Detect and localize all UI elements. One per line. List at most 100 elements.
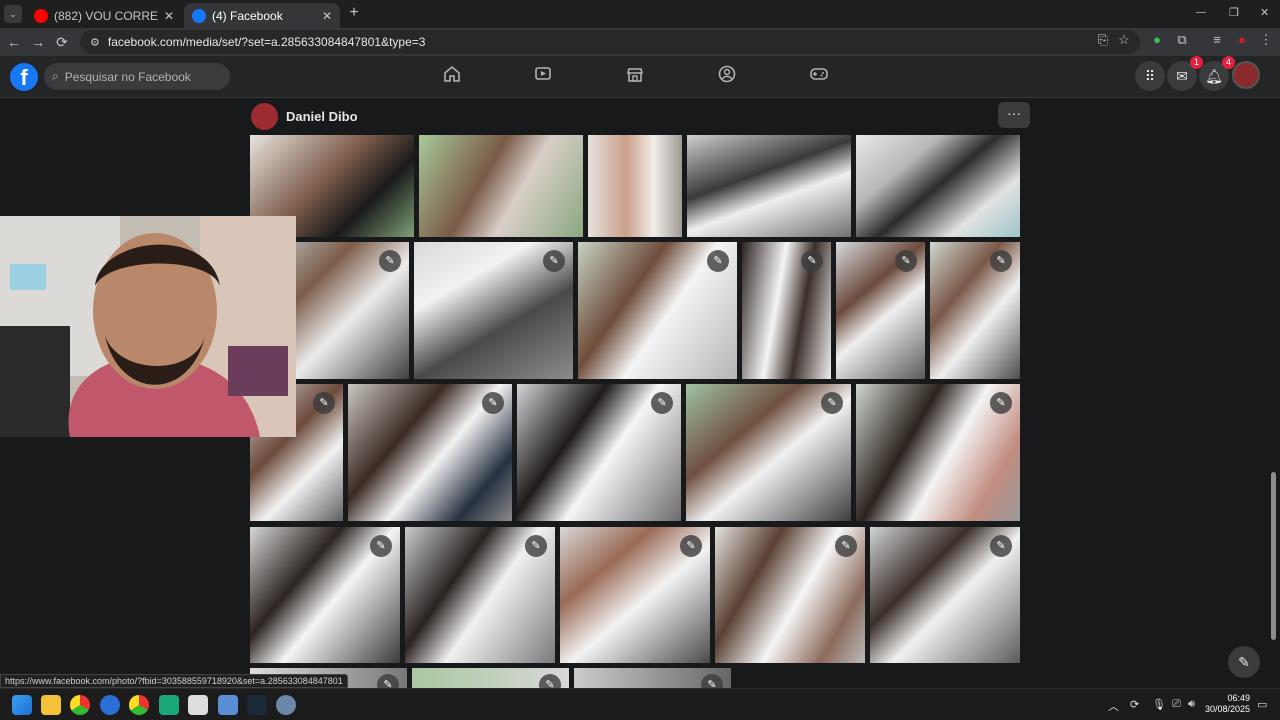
close-tab-icon[interactable]: ✕ xyxy=(164,9,174,23)
album-photo[interactable]: ✎ xyxy=(742,242,831,379)
home-icon[interactable] xyxy=(441,65,463,87)
edit-pencil-icon[interactable]: ✎ xyxy=(821,392,843,414)
album-photo[interactable]: ✎ xyxy=(412,668,569,688)
album-photo[interactable] xyxy=(588,135,682,237)
app-icon[interactable] xyxy=(100,695,120,715)
compose-message-button[interactable]: ✎ xyxy=(1228,646,1260,678)
groups-icon[interactable] xyxy=(716,65,738,87)
marketplace-icon[interactable] xyxy=(624,65,646,87)
edit-pencil-icon[interactable]: ✎ xyxy=(990,392,1012,414)
album-photo[interactable]: ✎ xyxy=(405,527,555,663)
album-photo[interactable]: ✎ xyxy=(250,527,400,663)
close-tab-icon[interactable]: ✕ xyxy=(322,9,332,23)
facebook-top-nav: f ⌕ Pesquisar no Facebook ⠿ ✉ 1 🔔︎ 4 xyxy=(0,56,1280,98)
url-field[interactable]: ⚙ facebook.com/media/set/?set=a.28563308… xyxy=(80,30,1140,54)
edit-pencil-icon[interactable]: ✎ xyxy=(539,674,561,688)
album-photo[interactable] xyxy=(856,135,1020,237)
facebook-logo-icon[interactable]: f xyxy=(10,63,38,91)
browser-menu-icon[interactable]: ⋮ xyxy=(1256,32,1276,52)
new-tab-button[interactable]: + xyxy=(346,4,362,22)
edit-pencil-icon[interactable]: ✎ xyxy=(701,674,723,688)
edit-pencil-icon[interactable]: ✎ xyxy=(680,535,702,557)
tab-youtube[interactable]: (882) VOU CORRER UMA MARA ✕ xyxy=(26,3,182,28)
minimize-button[interactable]: — xyxy=(1196,7,1206,18)
extensions-puzzle-icon[interactable]: ⧉ xyxy=(1172,32,1192,52)
extension-green-icon[interactable]: ● xyxy=(1147,32,1167,52)
tray-sync-icon[interactable]: ⟳ xyxy=(1130,698,1139,711)
tray-expand-icon[interactable]: ︿ xyxy=(1108,698,1119,714)
album-photo[interactable]: ✎ xyxy=(414,242,573,379)
album-photo[interactable]: ✎ xyxy=(686,384,851,521)
gaming-icon[interactable] xyxy=(808,65,830,87)
microphone-icon[interactable]: 🎙︎ xyxy=(1152,698,1166,711)
clock-time: 06:49 xyxy=(1227,693,1250,703)
reload-icon[interactable]: ⟳ xyxy=(50,34,74,51)
volume-icon[interactable]: 🔊︎ xyxy=(1188,698,1195,711)
search-input[interactable]: ⌕ Pesquisar no Facebook xyxy=(44,63,230,90)
edit-pencil-icon[interactable]: ✎ xyxy=(379,250,401,272)
account-avatar[interactable] xyxy=(1232,61,1260,89)
album-photo[interactable]: ✎ xyxy=(348,384,512,521)
more-options-button[interactable]: ··· xyxy=(998,102,1030,128)
network-icon[interactable]: ⎚ xyxy=(1172,698,1181,711)
album-photo[interactable]: ✎ xyxy=(870,527,1020,663)
notification-center-icon[interactable]: ▭ xyxy=(1257,698,1267,711)
bookmark-star-icon[interactable]: ☆ xyxy=(1114,32,1134,52)
back-icon[interactable]: ← xyxy=(2,34,26,50)
install-app-icon[interactable]: ⎘ xyxy=(1093,32,1113,52)
album-photo[interactable]: ✎ xyxy=(836,242,925,379)
edit-pencil-icon[interactable]: ✎ xyxy=(482,392,504,414)
chrome-profile-icon[interactable] xyxy=(129,695,149,715)
menu-grid-icon[interactable]: ⠿ xyxy=(1135,61,1165,91)
chrome-icon[interactable] xyxy=(70,695,90,715)
maximize-button[interactable]: ❐ xyxy=(1229,6,1239,19)
scrollbar-thumb[interactable] xyxy=(1271,472,1276,640)
album-photo[interactable]: ✎ xyxy=(578,242,737,379)
edit-pencil-icon[interactable]: ✎ xyxy=(835,535,857,557)
edit-pencil-icon[interactable]: ✎ xyxy=(313,392,335,414)
webcam-feed xyxy=(0,216,296,437)
photos-icon[interactable] xyxy=(218,695,238,715)
album-photo[interactable]: ✎ xyxy=(715,527,865,663)
edit-pencil-icon[interactable]: ✎ xyxy=(707,250,729,272)
owner-avatar[interactable] xyxy=(251,102,278,130)
album-photo[interactable]: ✎ xyxy=(574,668,731,688)
steam-icon[interactable] xyxy=(247,695,267,715)
url-text: facebook.com/media/set/?set=a.2856330848… xyxy=(107,35,426,49)
edit-pencil-icon[interactable]: ✎ xyxy=(651,392,673,414)
file-explorer-icon[interactable] xyxy=(41,695,61,715)
edit-pencil-icon[interactable]: ✎ xyxy=(990,250,1012,272)
terminal-icon[interactable] xyxy=(159,695,179,715)
windows-start-icon[interactable] xyxy=(12,695,32,715)
close-window-button[interactable]: ✕ xyxy=(1260,6,1269,19)
video-icon[interactable] xyxy=(532,65,554,87)
album-photo[interactable] xyxy=(687,135,851,237)
album-photo[interactable]: ✎ xyxy=(560,527,710,663)
system-clock[interactable]: 06:49 30/08/2025 xyxy=(1200,693,1260,715)
notifications-bell-icon[interactable]: 🔔︎ 4 xyxy=(1199,56,1235,91)
capcut-icon[interactable] xyxy=(188,695,208,715)
edit-pencil-icon[interactable]: ✎ xyxy=(370,535,392,557)
edit-pencil-icon[interactable]: ✎ xyxy=(990,535,1012,557)
album-photo[interactable]: ✎ xyxy=(517,384,681,521)
album-photo[interactable]: ✎ xyxy=(856,384,1020,521)
tab-facebook[interactable]: (4) Facebook ✕ xyxy=(184,3,340,28)
edit-pencil-icon[interactable]: ✎ xyxy=(895,250,917,272)
edit-pencil-icon[interactable]: ✎ xyxy=(801,250,823,272)
album-photo[interactable] xyxy=(419,135,583,237)
edit-pencil-icon[interactable]: ✎ xyxy=(525,535,547,557)
edit-pencil-icon[interactable]: ✎ xyxy=(377,674,399,688)
album-header: Daniel Dibo ··· xyxy=(250,98,1030,134)
media-control-icon[interactable]: ≡ xyxy=(1207,32,1227,52)
messenger-icon[interactable]: ✉ 1 xyxy=(1167,56,1203,91)
profile-icon[interactable]: ● xyxy=(1232,32,1252,52)
edit-pencil-icon[interactable]: ✎ xyxy=(543,250,565,272)
album-photo[interactable]: ✎ xyxy=(930,242,1020,379)
search-placeholder: Pesquisar no Facebook xyxy=(64,69,191,84)
tab-search-dropdown[interactable]: ⌄ xyxy=(4,5,22,23)
status-bar-url: https://www.facebook.com/photo/?fbid=303… xyxy=(0,674,348,688)
forward-icon[interactable]: → xyxy=(26,34,50,50)
settings-icon[interactable] xyxy=(276,695,296,715)
site-info-icon[interactable]: ⚙ xyxy=(90,36,100,49)
owner-name[interactable]: Daniel Dibo xyxy=(286,109,358,124)
